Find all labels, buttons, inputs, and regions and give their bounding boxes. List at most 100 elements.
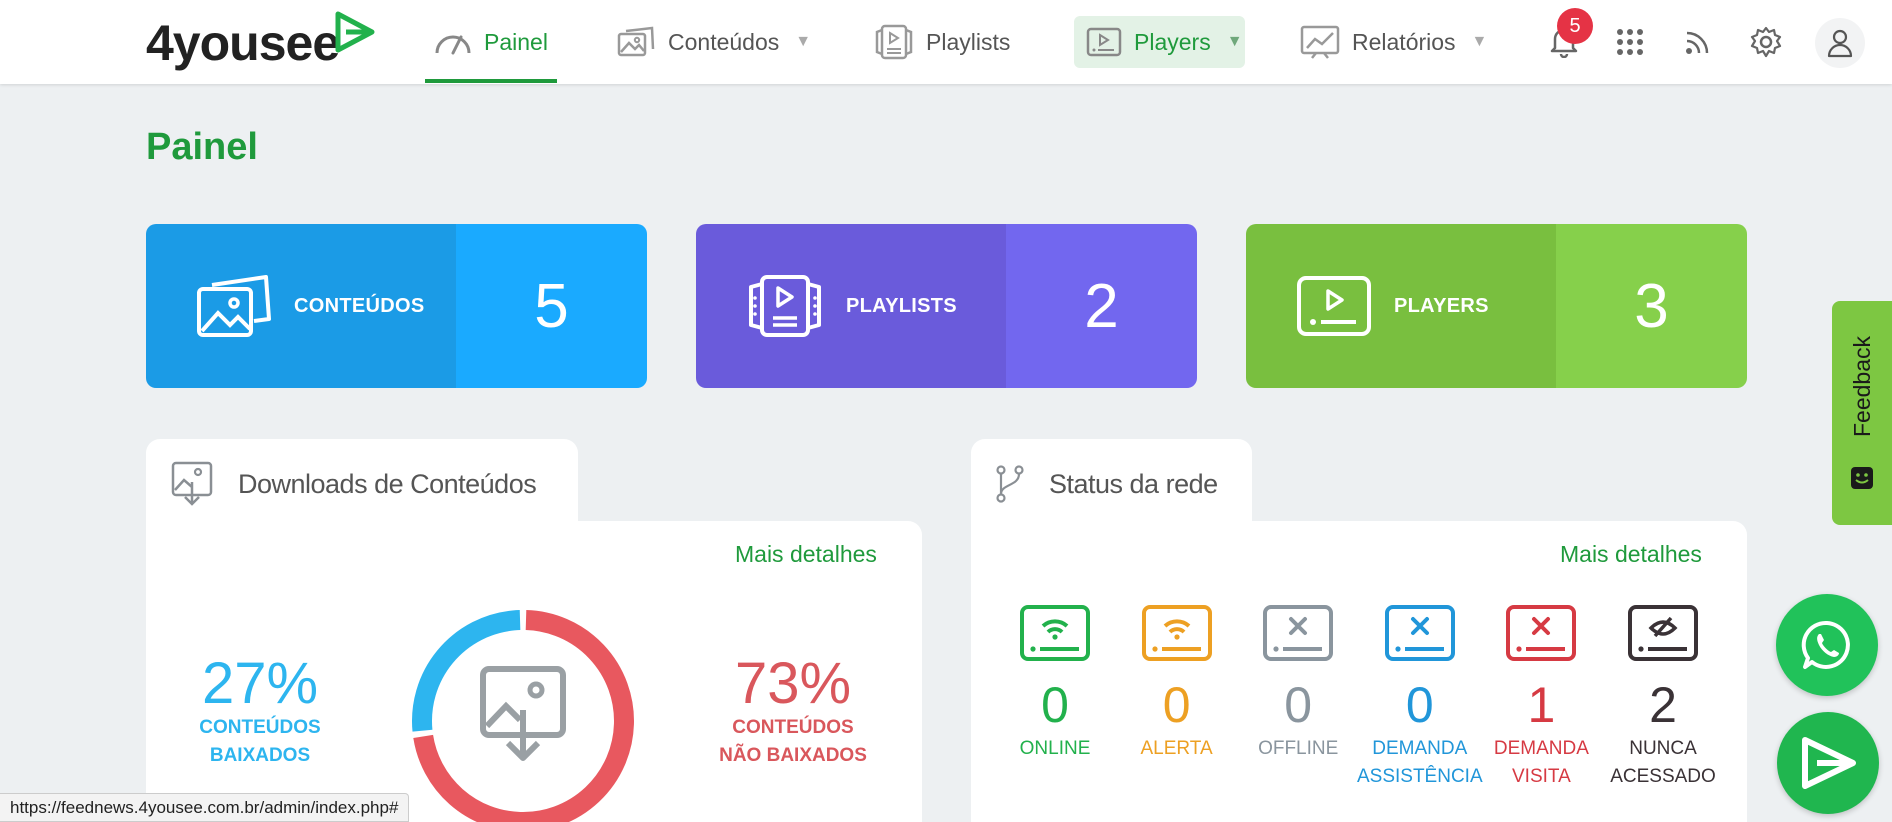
network-status-item[interactable]: 0 ONLINE xyxy=(990,604,1120,763)
play-logo-icon xyxy=(1802,737,1856,789)
nav-label: Painel xyxy=(484,28,548,55)
offline-player-icon xyxy=(1263,605,1334,661)
status-label-line1: NUNCA xyxy=(1629,738,1697,759)
card-label: PLAYERS xyxy=(1394,294,1489,317)
network-status-item[interactable]: 0 OFFLINE xyxy=(1233,604,1363,763)
card-left: CONTEÚDOS xyxy=(146,224,456,388)
card-left: PLAYLISTS xyxy=(696,224,1006,388)
card-conteudos[interactable]: CONTEÚDOS 5 xyxy=(146,224,647,388)
status-count: 2 xyxy=(1649,677,1677,733)
downloaded-label-line2: BAIXADOS xyxy=(209,745,311,766)
status-label-line1: DEMANDA xyxy=(1372,738,1468,759)
not-downloaded-percent: 73% xyxy=(734,651,852,716)
card-label: PLAYLISTS xyxy=(846,294,957,317)
card-players[interactable]: PLAYERS 3 xyxy=(1246,224,1747,388)
visit-player-icon xyxy=(1506,605,1577,661)
nav-label: Conteúdos xyxy=(668,28,780,55)
status-count: 1 xyxy=(1527,677,1556,733)
playlist-icon xyxy=(875,24,913,60)
card-count: 5 xyxy=(456,224,647,388)
playlist-icon xyxy=(749,275,821,337)
nav-item-playlists[interactable]: Playlists xyxy=(862,16,1022,68)
play-logo-icon xyxy=(335,11,375,53)
network-status-item[interactable]: 0 DEMANDA ASSISTÊNCIA xyxy=(1355,604,1485,791)
gear-icon xyxy=(1750,26,1782,58)
network-status-item[interactable]: 0 ALERTA xyxy=(1112,604,1242,763)
downloaded-percent: 27% xyxy=(201,651,319,716)
git-branch-icon xyxy=(996,465,1024,503)
status-label-line1: ONLINE xyxy=(1019,738,1091,759)
download-image-icon xyxy=(171,461,213,506)
feedback-label: Feedback xyxy=(1848,336,1875,438)
panel-title: Downloads de Conteúdos xyxy=(238,468,537,499)
rss-icon xyxy=(1686,31,1709,54)
downloads-more-details-link[interactable]: Mais detalhes xyxy=(735,541,877,568)
4yousee-assistant-button[interactable] xyxy=(1777,712,1879,814)
user-avatar-button[interactable] xyxy=(1815,18,1865,68)
not-downloaded-label-line2: NÃO BAIXADOS xyxy=(719,745,867,766)
images-icon xyxy=(617,26,655,57)
user-icon xyxy=(1827,29,1853,58)
wifi-player-icon xyxy=(1141,605,1212,661)
chevron-down-icon: ▼ xyxy=(1226,33,1243,50)
brand-logo[interactable]: 4yousee xyxy=(146,8,375,78)
status-label-line1: ALERTA xyxy=(1140,738,1213,759)
download-image-icon xyxy=(480,666,566,761)
nav-item-painel[interactable]: Painel xyxy=(422,16,560,68)
player-icon xyxy=(1297,276,1371,336)
page-title: Painel xyxy=(146,126,258,168)
nav-label: Relatórios xyxy=(1352,28,1456,55)
apps-menu-button[interactable] xyxy=(1610,22,1650,62)
status-label-line2: VISITA xyxy=(1512,766,1571,787)
player-icon xyxy=(1086,27,1122,57)
chevron-down-icon: ▼ xyxy=(795,33,812,50)
feed-button[interactable] xyxy=(1678,22,1718,62)
card-label: CONTEÚDOS xyxy=(294,294,425,317)
whatsapp-icon xyxy=(1801,620,1850,669)
downloaded-label-line1: CONTEÚDOS xyxy=(199,717,321,738)
feedback-tab[interactable]: Feedback xyxy=(1832,301,1892,525)
nav-label: Players xyxy=(1134,28,1211,55)
status-count: 0 xyxy=(1162,677,1191,733)
card-playlists[interactable]: PLAYLISTS 2 xyxy=(696,224,1197,388)
smile-chat-icon xyxy=(1851,466,1873,489)
network-status-item[interactable]: 2 NUNCA ACESSADO xyxy=(1598,604,1728,791)
network-more-details-link[interactable]: Mais detalhes xyxy=(1560,541,1702,568)
settings-button[interactable] xyxy=(1746,22,1786,62)
status-label-line2: ACESSADO xyxy=(1610,766,1716,787)
not-downloaded-stat: 73% CONTEÚDOS NÃO BAIXADOS xyxy=(708,654,878,770)
status-label-line1: OFFLINE xyxy=(1258,738,1339,759)
apps-grid-icon xyxy=(1617,29,1643,55)
images-icon xyxy=(197,275,271,337)
top-navbar: 4yousee Painel Conteúdos ▼ Playlists Pla… xyxy=(0,0,1892,84)
notification-badge: 5 xyxy=(1557,8,1593,44)
speedometer-icon xyxy=(435,35,471,55)
wifi-player-icon xyxy=(1020,605,1090,661)
status-count: 0 xyxy=(1041,677,1069,733)
assist-player-icon xyxy=(1384,605,1455,661)
nav-item-players[interactable]: Players ▼ xyxy=(1074,16,1245,68)
downloads-donut-chart xyxy=(412,610,634,822)
chevron-down-icon: ▼ xyxy=(1471,33,1488,50)
whatsapp-button[interactable] xyxy=(1776,594,1878,696)
card-count: 3 xyxy=(1556,224,1747,388)
downloads-tab[interactable]: Downloads de Conteúdos xyxy=(146,439,578,529)
nav-item-relatorios[interactable]: Relatórios ▼ xyxy=(1288,16,1499,68)
panel-title: Status da rede xyxy=(1049,468,1218,499)
network-status-item[interactable]: 1 DEMANDA VISITA xyxy=(1476,604,1606,791)
nav-item-conteudos[interactable]: Conteúdos ▼ xyxy=(604,16,823,68)
status-count: 0 xyxy=(1405,677,1434,733)
status-label-line2: ASSISTÊNCIA xyxy=(1356,766,1483,787)
browser-status-url: https://feednews.4yousee.com.br/admin/in… xyxy=(0,793,410,822)
card-count: 2 xyxy=(1006,224,1197,388)
chart-icon xyxy=(1300,25,1340,59)
network-status-tab[interactable]: Status da rede xyxy=(971,439,1252,529)
active-tab-indicator xyxy=(425,79,557,83)
card-left: PLAYERS xyxy=(1246,224,1556,388)
status-count: 0 xyxy=(1284,677,1313,733)
nav-label: Playlists xyxy=(926,28,1011,55)
not-downloaded-label-line1: CONTEÚDOS xyxy=(732,717,854,738)
downloaded-stat: 27% CONTEÚDOS BAIXADOS xyxy=(185,654,335,770)
brand-name: 4yousee xyxy=(146,15,340,71)
status-label-line1: DEMANDA xyxy=(1493,738,1589,759)
